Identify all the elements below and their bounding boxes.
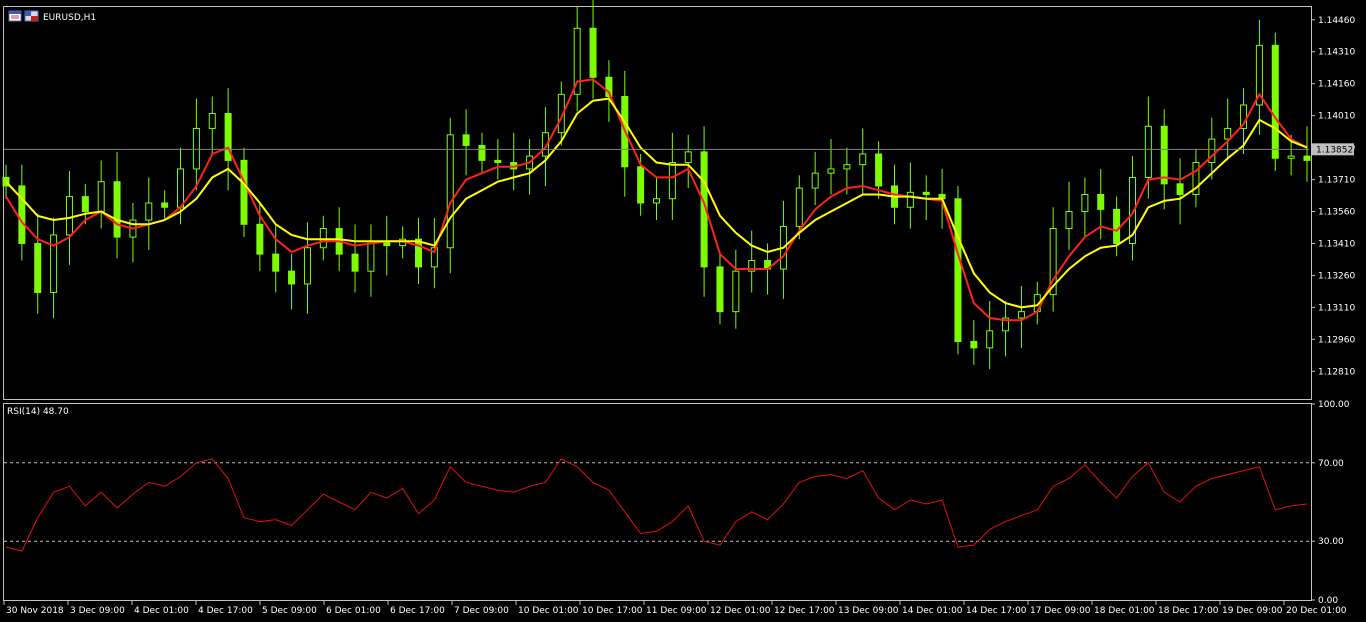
time-tick-label: 18 Dec 17:00 xyxy=(1158,606,1219,616)
candle-body xyxy=(97,181,105,213)
time-tick-label: 14 Dec 17:00 xyxy=(966,606,1027,616)
candle-body xyxy=(1097,193,1105,210)
price-tick-label: 1.12960 xyxy=(1318,335,1355,345)
candle-body xyxy=(875,153,883,187)
candle-body xyxy=(668,162,676,200)
candle-body xyxy=(859,153,867,166)
candle-body xyxy=(272,253,280,272)
time-tick-label: 13 Dec 09:00 xyxy=(838,606,899,616)
time-tick-label: 4 Dec 01:00 xyxy=(134,606,189,616)
candle-body xyxy=(1081,193,1089,213)
candle-body xyxy=(351,253,359,272)
rsi-tick-label: 30.00 xyxy=(1318,537,1344,547)
candle-body xyxy=(65,196,73,236)
candle-body xyxy=(827,168,835,174)
candle-body xyxy=(906,191,914,208)
candle-body xyxy=(288,270,296,285)
candle-body xyxy=(1160,125,1168,185)
candle-body xyxy=(34,242,42,293)
candle-body xyxy=(177,168,185,208)
candle-body xyxy=(367,240,375,272)
candle-body xyxy=(795,187,803,227)
rsi-tick-label: 0.00 xyxy=(1318,596,1338,606)
candle-body xyxy=(319,228,327,249)
time-tick-label: 17 Dec 09:00 xyxy=(1030,606,1091,616)
time-tick-label: 11 Dec 09:00 xyxy=(646,606,707,616)
time-tick-label: 12 Dec 17:00 xyxy=(774,606,835,616)
candle-body xyxy=(970,340,978,349)
candle-body xyxy=(637,166,645,204)
time-tick-label: 5 Dec 09:00 xyxy=(262,606,317,616)
candle-body xyxy=(1017,311,1025,319)
time-tick-label: 4 Dec 17:00 xyxy=(198,606,253,616)
candle-body xyxy=(684,151,692,164)
price-tick-label: 1.14160 xyxy=(1318,80,1355,90)
candle-body xyxy=(415,238,423,268)
time-tick-label: 7 Dec 09:00 xyxy=(454,606,509,616)
price-tick-label: 1.14310 xyxy=(1318,48,1355,58)
candle-body xyxy=(113,181,121,238)
candle-body xyxy=(1224,127,1232,140)
candle-body xyxy=(843,164,851,170)
price-tick-label: 1.13710 xyxy=(1318,176,1355,186)
candle-body xyxy=(1065,211,1073,230)
rsi-title: RSI(14) 48.70 xyxy=(7,407,69,417)
price-tick-label: 1.13110 xyxy=(1318,303,1355,313)
candle-body xyxy=(208,113,216,129)
candle-body xyxy=(1303,155,1311,161)
time-tick-label: 30 Nov 2018 xyxy=(6,606,64,616)
candle-body xyxy=(494,159,502,164)
candle-body xyxy=(478,144,486,161)
candle-body xyxy=(653,198,660,204)
candle-body xyxy=(1271,44,1279,159)
time-tick-label: 6 Dec 01:00 xyxy=(326,606,381,616)
price-tick-label: 1.13410 xyxy=(1318,239,1355,249)
candle-body xyxy=(18,185,26,244)
candle-body xyxy=(922,191,930,195)
time-tick-label: 20 Dec 01:00 xyxy=(1286,606,1347,616)
candle-body xyxy=(1144,125,1152,178)
time-tick-label: 14 Dec 01:00 xyxy=(902,606,963,616)
time-tick-label: 6 Dec 17:00 xyxy=(390,606,445,616)
time-tick-label: 3 Dec 09:00 xyxy=(70,606,125,616)
time-tick-label: 12 Dec 01:00 xyxy=(710,606,771,616)
price-tick-label: 1.13560 xyxy=(1318,208,1355,218)
symbol-flag-icon xyxy=(24,10,39,22)
candle-body xyxy=(589,27,597,78)
candle-body xyxy=(954,198,962,342)
candle-body xyxy=(161,202,169,208)
candle-body xyxy=(462,134,470,146)
candle-body xyxy=(811,172,819,189)
candle-body xyxy=(256,223,264,255)
candle-body xyxy=(303,247,311,285)
rsi-tick-label: 70.00 xyxy=(1318,459,1344,469)
current-price-label: 1.13852 xyxy=(1316,145,1353,155)
candle-body xyxy=(732,270,740,313)
time-tick-label: 10 Dec 01:00 xyxy=(518,606,579,616)
candle-body xyxy=(192,127,200,170)
candle-body xyxy=(1113,208,1121,244)
candle-body xyxy=(1287,155,1295,159)
chart-window-icon xyxy=(8,10,22,22)
candle-body xyxy=(240,159,248,225)
candle-body xyxy=(716,266,724,313)
time-tick-label: 10 Dec 17:00 xyxy=(582,606,643,616)
candle-body xyxy=(81,196,89,213)
price-tick-label: 1.13260 xyxy=(1318,271,1355,281)
rsi-tick-label: 100.00 xyxy=(1318,400,1350,410)
time-tick-label: 18 Dec 01:00 xyxy=(1094,606,1155,616)
price-tick-label: 1.14010 xyxy=(1318,112,1355,122)
price-tick-label: 1.14460 xyxy=(1318,16,1355,26)
candle-body xyxy=(446,134,454,249)
price-tick-label: 1.12810 xyxy=(1318,367,1355,377)
candle-body xyxy=(1176,183,1184,195)
candle-body xyxy=(145,202,153,221)
chart-background xyxy=(0,0,1366,622)
mt4-chart-window: EURUSD,H1 1.14460 1.14310 1.14160 1.14010 1.… xyxy=(0,0,1366,622)
candle-body xyxy=(986,330,994,349)
chart-title: EURUSD,H1 xyxy=(43,13,96,23)
time-tick-label: 19 Dec 09:00 xyxy=(1222,606,1283,616)
